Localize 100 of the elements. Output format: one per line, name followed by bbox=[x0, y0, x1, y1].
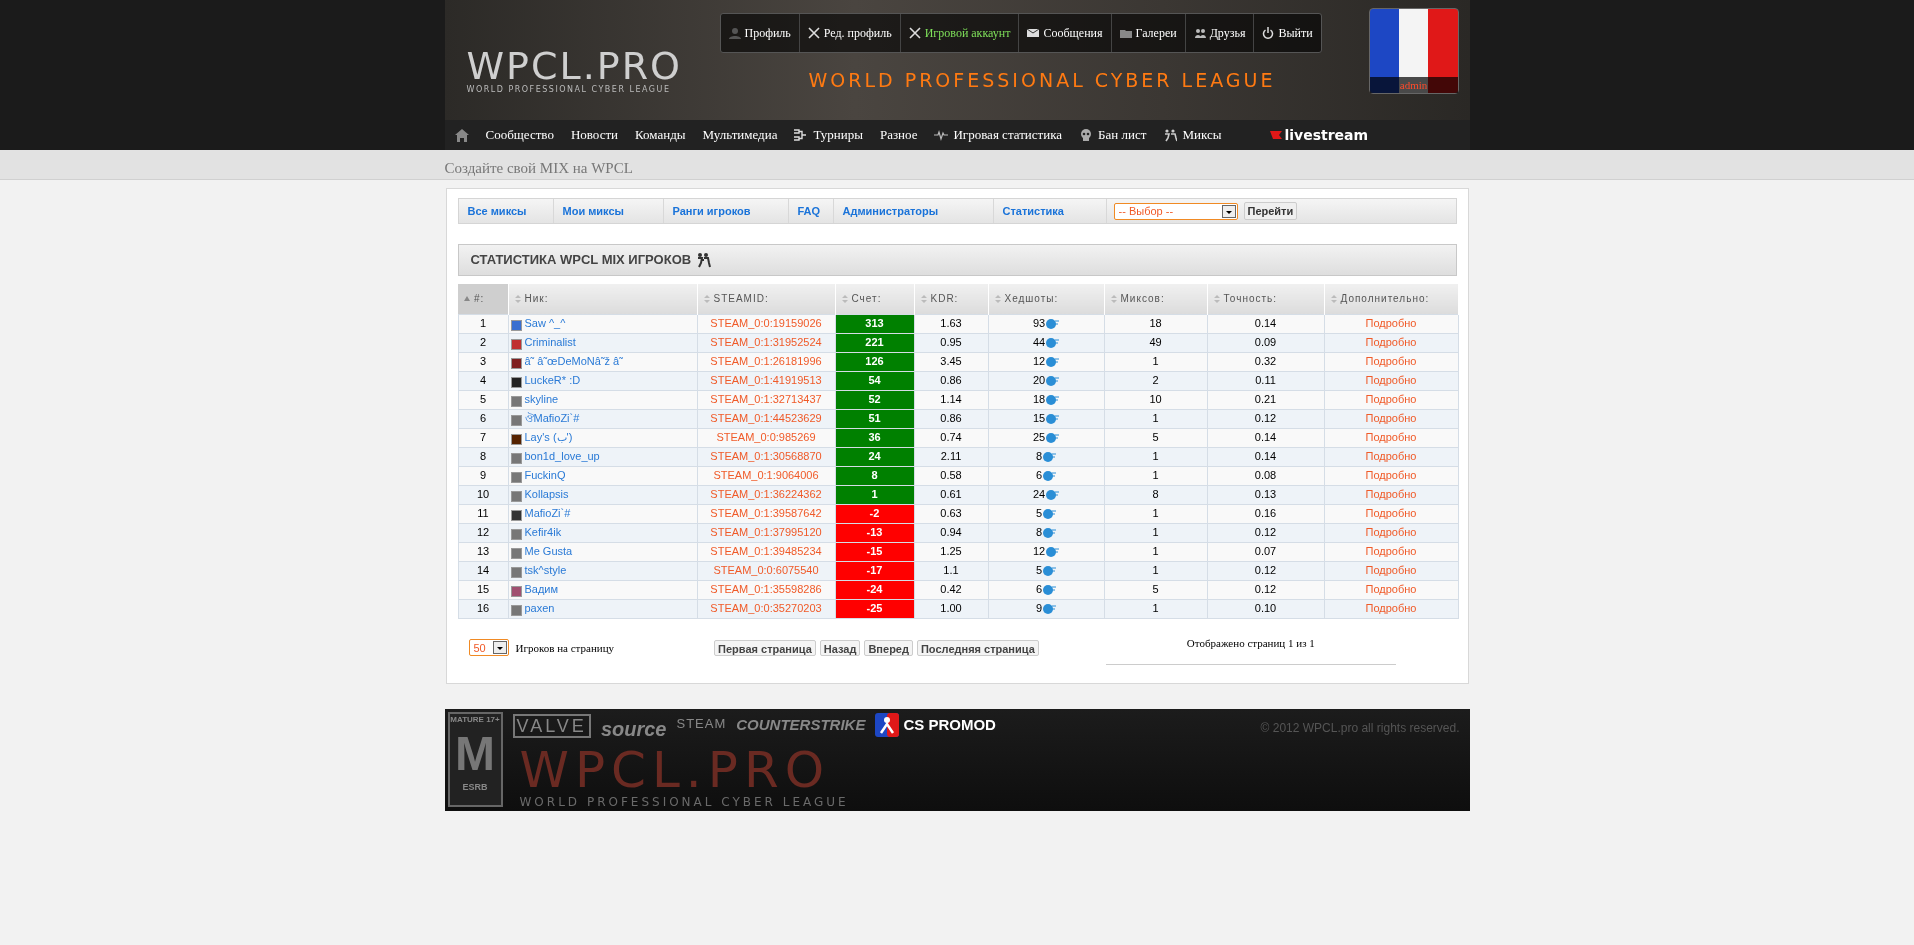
tab-link[interactable]: Все миксы bbox=[458, 199, 554, 223]
table-cell: 1 bbox=[1104, 542, 1207, 561]
avatar-thumbnail bbox=[510, 453, 522, 464]
avatar-username: admin bbox=[1369, 76, 1458, 93]
player-link[interactable]: Вадим bbox=[524, 581, 559, 598]
nav-link[interactable]: Игровая статистика bbox=[934, 125, 1063, 145]
player-shield-icon bbox=[875, 713, 900, 737]
table-cell: 0.14 bbox=[1207, 447, 1324, 466]
choice-select[interactable]: -- Выбор -- bbox=[1113, 202, 1238, 220]
table-cell-text: 24 bbox=[1032, 487, 1046, 503]
table-cell: 0.14 bbox=[1207, 314, 1324, 333]
tab-link[interactable]: Ранги игроков bbox=[663, 199, 789, 223]
page-button[interactable]: Вперед bbox=[864, 639, 913, 656]
user-menu-link[interactable]: Ред. профиль bbox=[798, 14, 900, 52]
nav-link[interactable]: Новости bbox=[570, 125, 619, 145]
avatar-thumbnail bbox=[510, 396, 522, 407]
go-button[interactable]: Перейти bbox=[1243, 202, 1298, 220]
tab-link[interactable]: Мои миксы bbox=[553, 199, 664, 223]
table-cell: STEAM_0:0:6075540 bbox=[697, 561, 835, 580]
avatar-thumbnail bbox=[510, 510, 522, 521]
user-menu-link[interactable]: Сообщения bbox=[1018, 14, 1111, 52]
table-cell: 0.12 bbox=[1207, 523, 1324, 542]
table-cell-text: 12 bbox=[1032, 544, 1046, 560]
page-summary: Отображено страниц 1 из 1 bbox=[1186, 636, 1315, 649]
background-logo-subtitle: WORLD PROFESSIONAL CYBER LEAGUE bbox=[519, 795, 849, 809]
envelope-icon bbox=[1027, 27, 1040, 39]
nav-link[interactable]: Сообщество bbox=[485, 125, 554, 145]
table-cell: 9 bbox=[458, 466, 508, 485]
home-icon bbox=[454, 128, 469, 142]
per-page-label: Игроков на страницу bbox=[515, 640, 615, 656]
brand-logo: STEAM bbox=[676, 715, 727, 733]
per-page-select[interactable]: 50 bbox=[468, 639, 509, 657]
fighters-icon bbox=[695, 252, 712, 268]
head-icon bbox=[1045, 374, 1060, 387]
nav-link[interactable]: Мультимедиа bbox=[702, 125, 778, 145]
table-cell: 1.63 bbox=[914, 314, 988, 333]
table-cell: 8 bbox=[458, 447, 508, 466]
avatar-thumbnail bbox=[510, 377, 522, 388]
user-menu-link[interactable]: Галереи bbox=[1110, 14, 1185, 52]
table-cell: 0.07 bbox=[1207, 542, 1324, 561]
column-header[interactable]: KDR: bbox=[914, 284, 988, 314]
section-title: СТАТИСТИКА WPCL MIX ИГРОКОВ bbox=[470, 251, 692, 270]
column-header[interactable]: Ник: bbox=[508, 284, 697, 314]
avatar-thumbnail bbox=[510, 567, 522, 578]
nav-link[interactable]: Бан лист bbox=[1079, 125, 1147, 145]
column-header[interactable]: Миксов: bbox=[1104, 284, 1207, 314]
tab-link[interactable]: FAQ bbox=[788, 199, 834, 223]
user-menu-link[interactable]: Игровой аккаунт bbox=[899, 14, 1019, 52]
head-icon bbox=[1045, 393, 1060, 406]
player-link[interactable]: FuckinQ bbox=[524, 467, 566, 484]
table-cell: 1 bbox=[1104, 409, 1207, 428]
table-cell: STEAM_0:1:32713437 bbox=[697, 390, 835, 409]
site-logo: WPCL.PRO bbox=[466, 48, 682, 84]
table-cell: 0.63 bbox=[914, 504, 988, 523]
player-link[interactable]: Saw ^_^ bbox=[524, 315, 566, 332]
table-cell: 1.1 bbox=[914, 561, 988, 580]
table-cell: 5 bbox=[458, 390, 508, 409]
table-cell: 0.61 bbox=[914, 485, 988, 504]
page-button[interactable]: Первая страница bbox=[714, 639, 816, 656]
livestream-link[interactable]: livestream bbox=[1270, 124, 1369, 146]
tab-link[interactable]: Статистика bbox=[993, 199, 1107, 223]
table-cell: 0.09 bbox=[1207, 333, 1324, 352]
table-cell: 10 bbox=[1104, 390, 1207, 409]
table-cell: STEAM_0:1:26181996 bbox=[697, 352, 835, 371]
skull-icon bbox=[1079, 128, 1094, 142]
column-header[interactable]: Счет: bbox=[835, 284, 914, 314]
page-button[interactable]: Последняя страница bbox=[916, 639, 1039, 656]
table-cell-text: 25 bbox=[1032, 430, 1046, 446]
tab-link[interactable]: Администраторы bbox=[833, 199, 994, 223]
user-menu-link[interactable]: Выйти bbox=[1253, 14, 1321, 52]
nav-link[interactable]: Команды bbox=[635, 125, 686, 145]
table-cell: STEAM_0:1:35598286 bbox=[697, 580, 835, 599]
table-cell: STEAM_0:1:39485234 bbox=[697, 542, 835, 561]
player-link[interactable]: skyline bbox=[524, 391, 559, 408]
player-link[interactable]: Kefir4ik bbox=[524, 524, 562, 541]
column-header[interactable]: Хедшоты: bbox=[988, 284, 1104, 314]
head-icon bbox=[1045, 336, 1060, 349]
user-menu-link[interactable]: Друзья bbox=[1184, 14, 1254, 52]
column-header[interactable]: #: bbox=[458, 284, 508, 314]
table-cell: 1.00 bbox=[914, 599, 988, 618]
head-icon bbox=[1045, 488, 1060, 501]
column-header[interactable]: STEAMID: bbox=[697, 284, 835, 314]
sort-icon bbox=[1330, 294, 1337, 303]
user-menu-link[interactable]: Профиль bbox=[720, 14, 799, 52]
nav-link[interactable]: Миксы bbox=[1163, 125, 1222, 145]
column-header[interactable]: Точность: bbox=[1207, 284, 1324, 314]
cross-tools-icon bbox=[807, 27, 820, 39]
head-icon bbox=[1045, 355, 1060, 368]
table-cell: STEAM_0:1:37995120 bbox=[697, 523, 835, 542]
page-button[interactable]: Назад bbox=[819, 639, 861, 656]
player-link[interactable]: paxen bbox=[524, 600, 555, 617]
table-cell: 0.94 bbox=[914, 523, 988, 542]
nav-link[interactable]: Разное bbox=[879, 125, 918, 145]
page-title: Создайте свой MIX на WPCL bbox=[444, 160, 633, 176]
table-cell: 5 bbox=[1104, 580, 1207, 599]
column-header[interactable]: Дополнительно: bbox=[1324, 284, 1458, 314]
sort-icon bbox=[1110, 294, 1117, 303]
power-icon bbox=[1262, 27, 1275, 39]
table-cell: 1 bbox=[458, 314, 508, 333]
nav-link[interactable]: Турниры bbox=[794, 125, 863, 145]
